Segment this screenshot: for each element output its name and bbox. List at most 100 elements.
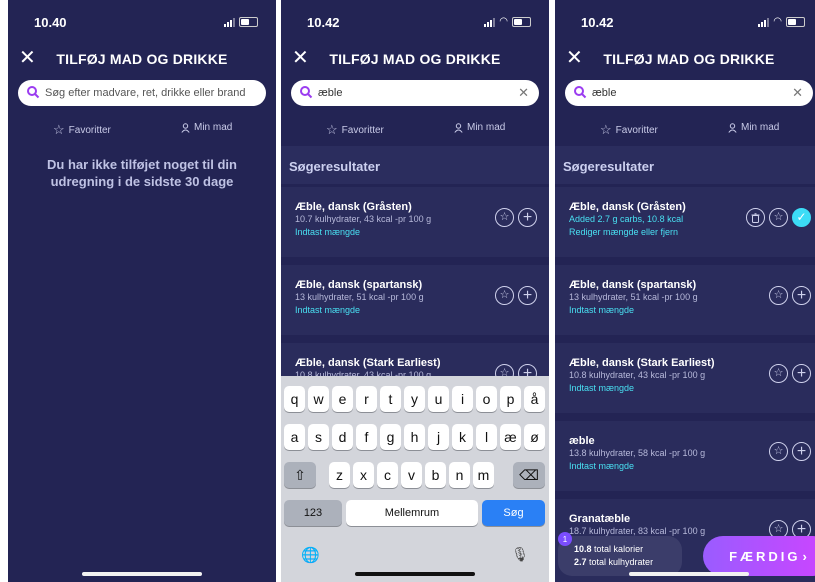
food-nutrition: 13.8 kulhydrater, 58 kcal -pr 100 g <box>569 448 706 458</box>
key[interactable]: j <box>428 424 449 450</box>
checkmark-icon[interactable]: ✓ <box>792 208 811 227</box>
key[interactable]: n <box>449 462 470 488</box>
result-item[interactable]: Æble, dansk (Gråsten) 10.7 kulhydrater, … <box>281 187 549 257</box>
key[interactable]: ø <box>524 424 545 450</box>
key[interactable]: w <box>308 386 329 412</box>
status-time: 10.42 <box>307 15 340 30</box>
key[interactable]: e <box>332 386 353 412</box>
key[interactable]: t <box>380 386 401 412</box>
enter-amount-link[interactable]: Indtast mængde <box>569 461 634 471</box>
star-icon[interactable]: ☆ <box>495 286 514 305</box>
key[interactable]: o <box>476 386 497 412</box>
shift-icon[interactable]: ⇧ <box>284 462 316 488</box>
key[interactable]: x <box>353 462 374 488</box>
search-input[interactable]: æble ✕ <box>565 80 813 106</box>
key[interactable]: h <box>404 424 425 450</box>
home-indicator <box>82 572 202 576</box>
backspace-icon[interactable]: ⌫ <box>513 462 545 488</box>
key[interactable]: q <box>284 386 305 412</box>
total-carbs-label: total kulhydrater <box>589 557 654 567</box>
key[interactable]: g <box>380 424 401 450</box>
status-icons: ◠ <box>758 17 805 27</box>
phone-screen-empty: 10.40 ✕ TILFØJ MAD OG DRIKKE Søg efter m… <box>8 0 276 582</box>
page-title: TILFØJ MAD OG DRIKKE <box>329 51 501 67</box>
clear-search-icon[interactable]: ✕ <box>792 85 803 101</box>
star-icon[interactable]: ☆ <box>769 364 788 383</box>
enter-amount-link[interactable]: Indtast mængde <box>569 383 634 393</box>
key[interactable]: z <box>329 462 350 488</box>
page-title: TILFØJ MAD OG DRIKKE <box>56 51 228 67</box>
status-bar: 10.42 ◠ <box>281 12 549 32</box>
totals-panel[interactable]: 1 10.8 total kalorier 2.7 total kulhydra… <box>558 532 682 576</box>
tab-my-food[interactable]: Min mad <box>454 122 505 133</box>
key[interactable]: y <box>404 386 425 412</box>
search-value: æble <box>318 87 343 99</box>
plus-circle-icon[interactable]: + <box>792 442 811 461</box>
key[interactable]: c <box>377 462 398 488</box>
key[interactable]: b <box>425 462 446 488</box>
star-icon[interactable]: ☆ <box>495 208 514 227</box>
tabs: ☆ Favoritter Min mad <box>8 122 276 142</box>
star-icon[interactable]: ☆ <box>769 442 788 461</box>
food-name: Æble, dansk (spartansk) <box>295 279 423 291</box>
tab-favorites[interactable]: ☆ Favoritter <box>600 122 658 138</box>
battery-icon <box>239 17 258 27</box>
key[interactable]: æ <box>500 424 521 450</box>
star-icon[interactable]: ☆ <box>769 208 788 227</box>
key[interactable]: p <box>500 386 521 412</box>
globe-icon[interactable]: 🌐 <box>301 546 320 564</box>
edit-amount-link[interactable]: Rediger mængde eller fjern <box>569 227 678 237</box>
done-button[interactable]: FÆRDIG › <box>703 536 815 576</box>
plus-circle-icon[interactable]: + <box>518 208 537 227</box>
enter-amount-link[interactable]: Indtast mængde <box>569 305 634 315</box>
space-key[interactable]: Mellemrum <box>346 500 478 526</box>
key[interactable]: f <box>356 424 377 450</box>
key[interactable]: l <box>476 424 497 450</box>
added-summary: Added 2.7 g carbs, 10.8 kcal <box>569 214 684 224</box>
result-item[interactable]: Æble, dansk (spartansk) 13 kulhydrater, … <box>281 265 549 335</box>
tab-my-food[interactable]: Min mad <box>728 122 779 133</box>
food-name: Æble, dansk (Stark Earliest) <box>569 357 715 369</box>
plus-circle-icon[interactable]: + <box>792 364 811 383</box>
key[interactable]: m <box>473 462 494 488</box>
done-label: FÆRDIG <box>729 548 801 564</box>
magnifier-icon <box>27 86 40 99</box>
enter-amount-link[interactable]: Indtast mængde <box>295 227 360 237</box>
search-key[interactable]: Søg <box>482 500 545 526</box>
key[interactable]: u <box>428 386 449 412</box>
person-icon <box>181 122 190 133</box>
food-nutrition: 13 kulhydrater, 51 kcal -pr 100 g <box>569 292 698 302</box>
star-icon[interactable]: ☆ <box>769 286 788 305</box>
tab-favorites[interactable]: ☆ Favoritter <box>53 122 111 138</box>
plus-circle-icon[interactable]: + <box>792 286 811 305</box>
key[interactable]: d <box>332 424 353 450</box>
result-item-added[interactable]: Æble, dansk (Gråsten) Added 2.7 g carbs,… <box>555 187 815 257</box>
key[interactable]: v <box>401 462 422 488</box>
tab-my-food[interactable]: Min mad <box>181 122 232 133</box>
key[interactable]: s <box>308 424 329 450</box>
search-value: æble <box>592 87 617 99</box>
numbers-key[interactable]: 123 <box>284 500 342 526</box>
enter-amount-link[interactable]: Indtast mængde <box>295 305 360 315</box>
status-time: 10.42 <box>581 15 614 30</box>
food-name: Æble, dansk (Stark Earliest) <box>295 357 441 369</box>
key[interactable]: r <box>356 386 377 412</box>
microphone-icon[interactable]: 🎙 <box>511 546 529 563</box>
results-heading: Søgeresultater <box>555 146 815 184</box>
plus-circle-icon[interactable]: + <box>518 286 537 305</box>
search-placeholder: Søg efter madvare, ret, drikke eller bra… <box>45 87 246 99</box>
key[interactable]: k <box>452 424 473 450</box>
clear-search-icon[interactable]: ✕ <box>518 85 529 101</box>
result-item[interactable]: æble 13.8 kulhydrater, 58 kcal -pr 100 g… <box>555 421 815 491</box>
key[interactable]: i <box>452 386 473 412</box>
result-item[interactable]: Æble, dansk (spartansk) 13 kulhydrater, … <box>555 265 815 335</box>
key[interactable]: a <box>284 424 305 450</box>
trash-icon[interactable] <box>746 208 765 227</box>
signal-icon <box>484 17 496 27</box>
search-input[interactable]: æble ✕ <box>291 80 539 106</box>
key[interactable]: å <box>524 386 545 412</box>
tab-favorites[interactable]: ☆ Favoritter <box>326 122 384 138</box>
search-input[interactable]: Søg efter madvare, ret, drikke eller bra… <box>18 80 266 106</box>
empty-state-message: Du har ikke tilføjet noget til din udreg… <box>47 157 237 189</box>
result-item[interactable]: Æble, dansk (Stark Earliest) 10.8 kulhyd… <box>555 343 815 413</box>
